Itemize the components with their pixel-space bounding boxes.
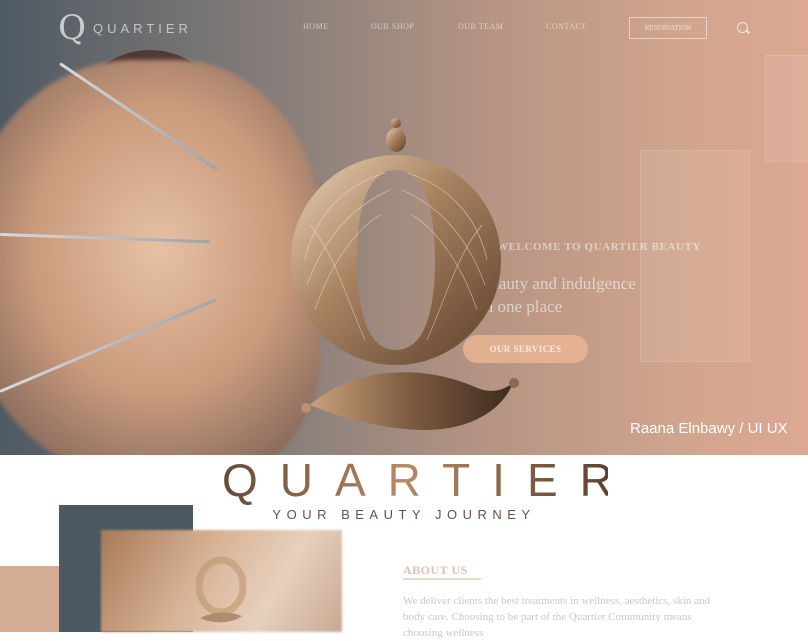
glass-panel <box>640 150 750 362</box>
nav-home[interactable]: HOME <box>303 22 329 31</box>
quartier-q-logo-icon <box>291 118 519 431</box>
nav-logo[interactable]: Q QUARTIER <box>57 8 192 48</box>
nav-our-shop[interactable]: OUR SHOP <box>371 22 414 31</box>
hero-model-face <box>0 60 320 455</box>
nav-our-team[interactable]: OUR TEAM <box>458 22 503 31</box>
hero-welcome: WELCOME TO QUARTIER BEAUTY <box>497 241 701 253</box>
reservation-button[interactable]: RESERVATION <box>629 17 707 39</box>
search-icon[interactable] <box>737 22 748 33</box>
brand-wordmark: QUARTIER YOUR BEAUTY JOURNEY <box>200 455 613 522</box>
small-q-logo-icon <box>196 556 246 623</box>
about-text: We deliver clients the best treatments i… <box>403 595 711 639</box>
brand-name: QUARTIER <box>200 455 613 505</box>
logo-q-icon: Q <box>58 8 86 48</box>
nav-contact[interactable]: CONTACT <box>546 22 587 31</box>
about-title: ABOUT US <box>403 563 468 577</box>
about-underline <box>403 578 481 580</box>
designer-credit: Raana Elnbawy / UI UX <box>630 420 788 437</box>
glass-panel <box>765 55 808 162</box>
logo-wordmark: QUARTIER <box>93 20 192 36</box>
brand-tagline: YOUR BEAUTY JOURNEY <box>272 507 536 522</box>
